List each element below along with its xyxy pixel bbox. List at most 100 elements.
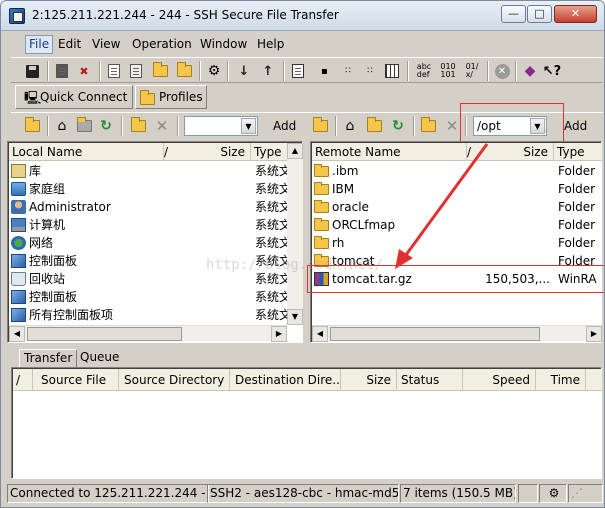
remote-folder-button[interactable] — [365, 117, 383, 135]
stop-button[interactable]: ✕ — [493, 62, 511, 80]
scroll-right-icon[interactable]: ▶ — [586, 326, 602, 342]
details-view-button[interactable] — [383, 62, 401, 80]
remote-type-cell: Folder — [558, 200, 596, 214]
local-up-button[interactable] — [23, 117, 41, 135]
auto-mode-button[interactable]: 01/x/ — [461, 62, 483, 80]
local-row[interactable]: 控制面板 系统文 — [9, 288, 287, 306]
close-button[interactable]: ✕ — [554, 5, 597, 23]
list-view-button[interactable]: ∷ — [361, 62, 379, 80]
transfer-source-dir-column[interactable]: Source Directory — [119, 369, 230, 391]
transfer-time-column[interactable]: Time — [536, 369, 586, 391]
title-bar[interactable]: 2:125.211.221.244 - 244 - SSH Secure Fil… — [1, 1, 604, 31]
menu-operation[interactable]: Operation — [132, 37, 192, 51]
transfer-source-file-column[interactable]: Source File — [33, 369, 119, 391]
local-size-column[interactable]: Size — [179, 143, 251, 161]
local-row[interactable]: 库 系统文 — [9, 162, 287, 180]
local-row[interactable]: 计算机 系统文 — [9, 216, 287, 234]
folder-search-icon — [176, 62, 192, 77]
transfer-dest-dir-column[interactable]: Destination Dire... — [230, 369, 341, 391]
local-home-button[interactable]: ⌂ — [53, 117, 71, 135]
remote-row[interactable]: ORCLfmap Folder — [312, 216, 602, 234]
scroll-up-icon[interactable]: ▲ — [287, 143, 303, 159]
remote-type-column[interactable]: Type — [554, 143, 602, 161]
ascii-mode-button[interactable]: abc def — [413, 62, 435, 80]
local-file-pane[interactable]: Local Name / Size Type 库系统文家庭组系统文Adminis… — [7, 141, 303, 343]
remote-size-column[interactable]: Size — [478, 143, 554, 161]
remote-new-folder-button[interactable] — [419, 117, 437, 135]
small-icons-button[interactable]: ∷ — [339, 62, 357, 80]
binary-mode-button[interactable]: 010 101 — [437, 62, 459, 80]
local-row[interactable]: 家庭组 系统文 — [9, 180, 287, 198]
maximize-button[interactable]: □ — [527, 5, 552, 23]
toolbar-separator — [487, 61, 489, 81]
local-add-button[interactable]: Add — [271, 116, 298, 136]
local-row[interactable]: 所有控制面板项 系统文 — [9, 306, 287, 324]
quick-connect-button[interactable]: 🖳 Quick Connect — [15, 85, 133, 109]
tab-queue[interactable]: Queue — [80, 349, 119, 367]
remote-up-button[interactable] — [311, 117, 329, 135]
local-type-column[interactable]: Type — [251, 143, 287, 161]
find-button[interactable] — [175, 62, 193, 80]
remote-row[interactable]: IBM Folder — [312, 180, 602, 198]
remote-row[interactable]: rh Folder — [312, 234, 602, 252]
local-row[interactable]: Administrator 系统文 — [9, 198, 287, 216]
local-row[interactable]: 回收站 系统文 — [9, 270, 287, 288]
menu-edit[interactable]: Edit — [58, 37, 81, 51]
local-folder-button[interactable] — [75, 117, 93, 135]
tab-transfer[interactable]: Transfer — [19, 349, 78, 367]
network-icon — [11, 236, 26, 250]
menu-view[interactable]: View — [92, 37, 120, 51]
remote-refresh-button[interactable]: ↻ — [389, 117, 407, 135]
remote-row[interactable]: .ibm Folder — [312, 162, 602, 180]
transfer-status-column[interactable]: / — [13, 369, 33, 391]
local-new-folder-button[interactable] — [129, 117, 147, 135]
menu-help[interactable]: Help — [257, 37, 284, 51]
profile-button[interactable]: ◆ — [521, 62, 539, 80]
remote-add-button[interactable]: Add — [562, 116, 589, 136]
local-path-combo[interactable]: ▼ — [184, 116, 258, 136]
scroll-right-icon[interactable]: ▶ — [271, 326, 287, 342]
minimize-button[interactable]: — — [501, 5, 526, 23]
chevron-down-icon[interactable]: ▼ — [241, 118, 256, 134]
book-icon: ◆ — [524, 63, 536, 79]
local-row[interactable]: 控制面板 系统文 — [9, 252, 287, 270]
local-delete-button[interactable]: ✕ — [153, 117, 171, 135]
settings-button[interactable]: ⚙ — [205, 62, 223, 80]
menu-file[interactable]: File — [25, 35, 54, 54]
remote-horizontal-scrollbar[interactable]: ◀ ▶ — [312, 325, 602, 342]
scroll-down-icon[interactable]: ▼ — [287, 309, 303, 325]
disconnect-button[interactable]: ✖ — [75, 62, 93, 80]
transfer-pane[interactable]: / Source File Source Directory Destinati… — [11, 367, 602, 479]
save-button[interactable] — [23, 62, 41, 80]
local-vertical-scrollbar[interactable]: ▲ ▼ — [287, 143, 303, 325]
new-terminal-button[interactable] — [53, 62, 71, 80]
remote-scroll-thumb[interactable] — [330, 327, 540, 341]
local-refresh-button[interactable]: ↻ — [97, 117, 115, 135]
open-folder-button[interactable] — [151, 62, 169, 80]
large-icons-button[interactable]: ▪ — [317, 62, 335, 80]
remote-home-button[interactable]: ⌂ — [341, 117, 359, 135]
view-toggle-button[interactable] — [289, 62, 307, 80]
remote-row[interactable]: oracle Folder — [312, 198, 602, 216]
scroll-left-icon[interactable]: ◀ — [9, 326, 25, 342]
transfer-speed-column[interactable]: Speed — [463, 369, 536, 391]
remote-name-column[interactable]: Remote Name — [312, 143, 467, 161]
local-horizontal-scrollbar[interactable]: ◀ ▶ — [9, 325, 287, 342]
transfer-status-text-column[interactable]: Status — [397, 369, 463, 391]
remote-file-pane[interactable]: Remote Name / Size Type .ibm Folder IBM Fol… — [310, 141, 602, 343]
local-name-cell: 家庭组 — [29, 182, 66, 196]
status-resize-grip[interactable]: ⋰ — [568, 484, 603, 503]
upload-button[interactable]: ↑ — [259, 62, 277, 80]
local-name-column[interactable]: Local Name — [9, 143, 164, 161]
paste-button[interactable] — [127, 62, 145, 80]
transfer-size-column[interactable]: Size — [341, 369, 397, 391]
download-button[interactable]: ↓ — [235, 62, 253, 80]
local-row[interactable]: 网络 系统文 — [9, 234, 287, 252]
menu-window[interactable]: Window — [200, 37, 247, 51]
local-scroll-thumb[interactable] — [27, 327, 182, 341]
help-button[interactable]: ↖? — [543, 62, 561, 80]
copy-button[interactable] — [105, 62, 123, 80]
remote-delete-button[interactable]: ✕ — [443, 117, 461, 135]
profiles-button[interactable]: Profiles — [135, 85, 207, 109]
scroll-left-icon[interactable]: ◀ — [312, 326, 328, 342]
